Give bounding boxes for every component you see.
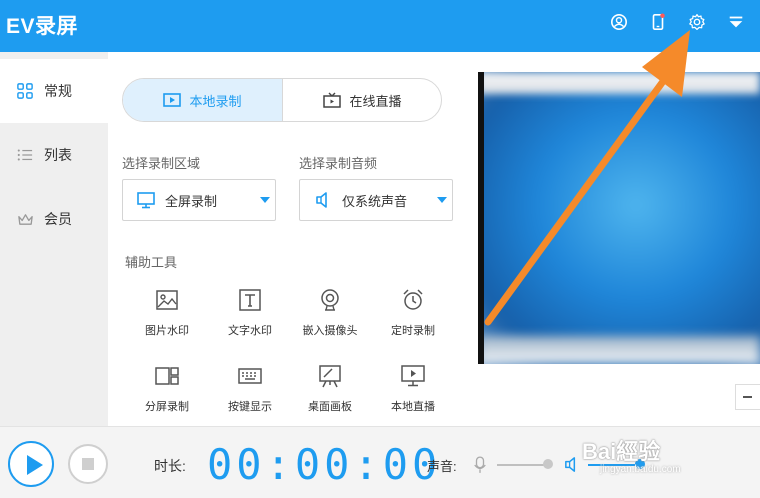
record-area-value: 全屏录制 — [165, 193, 218, 209]
tool-desktop-board[interactable]: 桌面画板 — [290, 362, 370, 422]
tool-label: 定时录制 — [391, 325, 435, 337]
preview-content — [478, 72, 760, 364]
tool-timed-record[interactable]: 定时录制 — [373, 286, 453, 346]
tool-label: 本地直播 — [391, 401, 435, 413]
gear-icon[interactable] — [686, 11, 708, 33]
title-bar: EV录屏 — [0, 0, 760, 52]
tool-label: 文字水印 — [228, 325, 272, 337]
tool-split-screen[interactable]: 分屏录制 — [127, 362, 207, 422]
keyboard-icon — [238, 364, 262, 388]
preview-bottom-band — [478, 336, 760, 364]
sidebar-item-list[interactable]: 列表 — [0, 123, 108, 187]
text-icon — [238, 288, 262, 312]
tv-icon — [323, 92, 342, 108]
minus-icon — [743, 396, 752, 398]
alarm-clock-icon — [401, 288, 425, 312]
sidebar-item-general[interactable]: 常规 — [0, 59, 108, 123]
microphone-icon[interactable] — [473, 455, 487, 480]
tools-label: 辅助工具 — [125, 255, 178, 270]
app-title: EV录屏 — [6, 15, 79, 38]
duration-label: 时长: — [154, 458, 186, 474]
easel-icon — [318, 364, 342, 388]
video-record-icon — [163, 92, 182, 108]
tool-label: 按键显示 — [228, 401, 272, 413]
record-audio-select[interactable]: 仅系统声音 — [299, 179, 453, 221]
tool-local-live[interactable]: 本地直播 — [373, 362, 453, 422]
sidebar-item-member[interactable]: 会员 — [0, 187, 108, 251]
speaker-icon[interactable] — [563, 456, 580, 478]
start-record-button[interactable] — [8, 441, 54, 487]
minimize-preview-button[interactable] — [735, 384, 760, 410]
sidebar-item-label: 列表 — [44, 147, 72, 163]
mic-volume-slider[interactable] — [497, 464, 547, 466]
sidebar: 常规 列表 会员 — [0, 52, 108, 426]
tool-key-display[interactable]: 按键显示 — [210, 362, 290, 422]
image-icon — [155, 288, 179, 312]
webcam-icon — [318, 288, 342, 312]
tab-label: 本地录制 — [189, 93, 242, 109]
tool-embed-webcam[interactable]: 嵌入摄像头 — [290, 286, 370, 346]
screen-preview — [478, 72, 760, 364]
baidu-watermark: Bai經验 — [582, 439, 661, 464]
record-audio-label: 选择录制音频 — [299, 156, 378, 171]
tool-label: 嵌入摄像头 — [302, 325, 358, 337]
sidebar-item-label: 常规 — [44, 83, 72, 99]
monitor-icon — [137, 191, 155, 209]
record-timer: 00:00:00 — [207, 440, 442, 489]
monitor-play-icon — [401, 364, 425, 388]
crown-icon — [16, 210, 34, 228]
record-area-select[interactable]: 全屏录制 — [122, 179, 276, 221]
baidu-watermark-url: jingyan.baidu.com — [600, 464, 681, 475]
tab-local-record[interactable]: 本地录制 — [123, 79, 282, 121]
split-screen-icon — [155, 364, 179, 388]
tab-live-stream[interactable]: 在线直播 — [282, 79, 441, 121]
grid-icon — [16, 82, 34, 100]
tool-text-watermark[interactable]: 文字水印 — [210, 286, 290, 346]
tool-image-watermark[interactable]: 图片水印 — [127, 286, 207, 346]
chevron-down-icon — [260, 197, 270, 203]
stop-record-button[interactable] — [68, 444, 108, 484]
record-area-label: 选择录制区域 — [122, 156, 201, 171]
tool-label: 分屏录制 — [145, 401, 189, 413]
record-audio-value: 仅系统声音 — [342, 193, 408, 209]
list-icon — [16, 146, 34, 164]
chevron-down-icon — [437, 197, 447, 203]
speaker-icon — [314, 191, 332, 209]
tool-label: 桌面画板 — [308, 401, 352, 413]
preview-edge — [478, 72, 484, 364]
user-icon[interactable] — [608, 11, 630, 33]
preview-top-band — [478, 72, 760, 94]
mic-volume-knob[interactable] — [543, 459, 553, 469]
tab-label: 在线直播 — [349, 93, 402, 109]
dropdown-menu-icon[interactable] — [725, 11, 747, 33]
sidebar-item-label: 会员 — [44, 211, 72, 227]
tool-label: 图片水印 — [145, 325, 189, 337]
phone-icon[interactable] — [647, 11, 669, 33]
mode-tabs: 本地录制 在线直播 — [122, 78, 442, 122]
sound-label: 声音: — [427, 459, 457, 474]
